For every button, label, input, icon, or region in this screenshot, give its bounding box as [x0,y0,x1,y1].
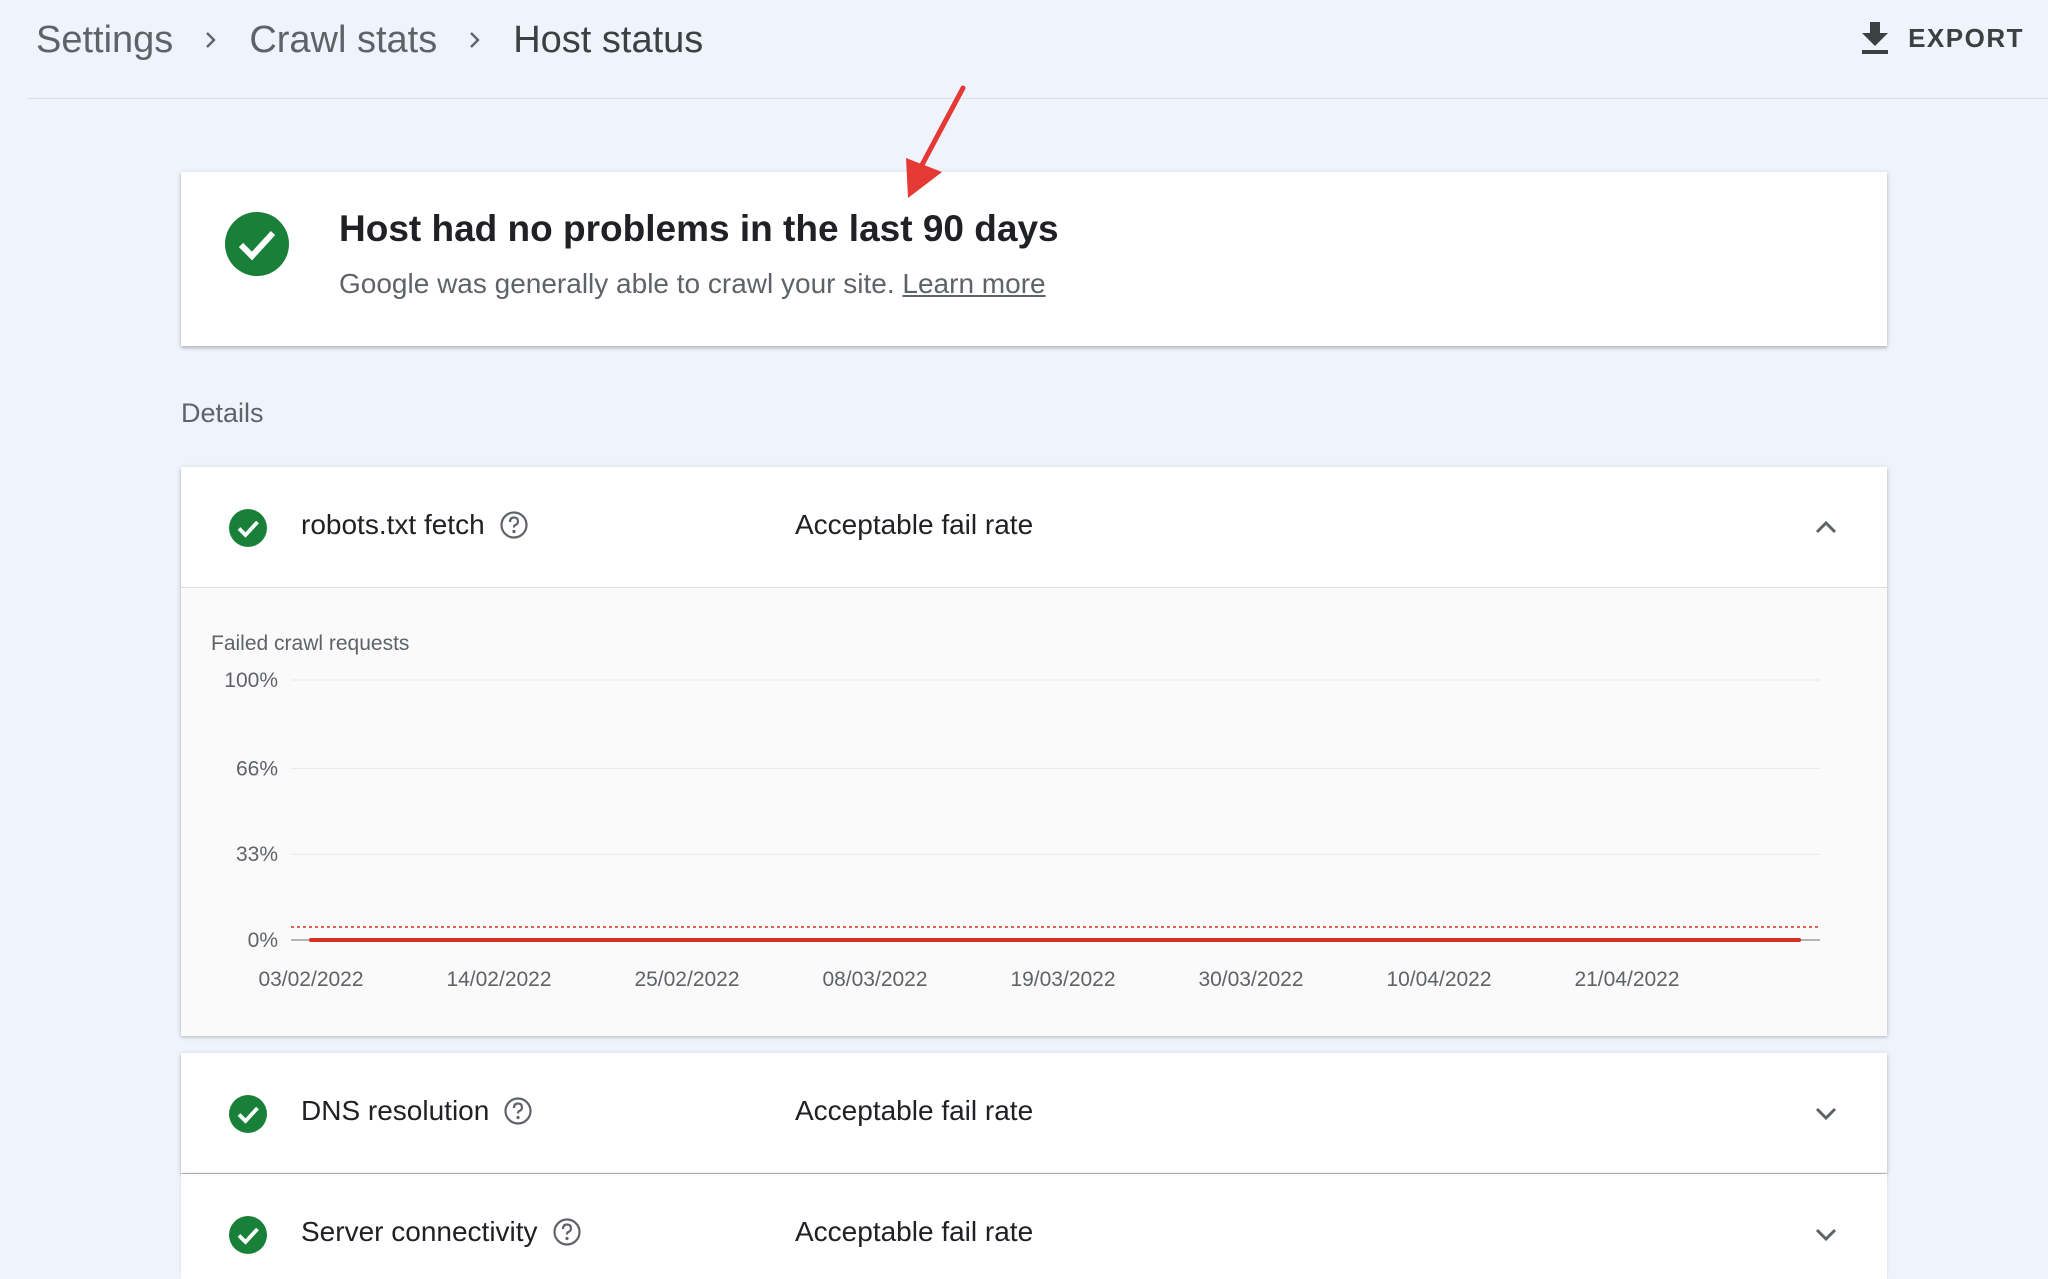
check-status: Acceptable fail rate [795,1095,1034,1126]
breadcrumb-settings[interactable]: Settings [36,19,173,62]
robots-fetch-row[interactable]: robots.txt fetch Acceptable fail rate [181,467,1887,587]
server-connectivity-row[interactable]: Server connectivity Acceptable fail rate [181,1174,1887,1279]
x-tick-label: 19/03/2022 [1010,968,1115,991]
x-tick-label: 14/02/2022 [446,968,551,991]
breadcrumb-host-status: Host status [513,18,704,61]
breadcrumb-crawl-stats[interactable]: Crawl stats [249,19,437,62]
data-point [1053,938,1057,942]
details-heading: Details [181,398,264,428]
data-point [1611,938,1615,942]
data-point [867,938,871,942]
server-connectivity-header[interactable]: Server connectivity Acceptable fail rate [181,1174,1887,1279]
x-tick-label: 03/02/2022 [258,968,363,991]
export-label: EXPORT [1908,22,2024,53]
chevron-right-icon [173,14,249,66]
annotation-arrow-icon [906,85,966,198]
dns-resolution-header[interactable]: DNS resolution Acceptable fail rate [181,1053,1887,1173]
check-circle-icon [229,1216,267,1254]
data-point [309,938,313,942]
check-name-label: DNS resolution [301,1095,490,1126]
x-tick-label: 25/02/2022 [634,968,739,991]
help-icon[interactable] [552,1217,582,1247]
failed-requests-chart: Failed crawl requests 100% 66% 33% 0% 03/02/… [181,587,1887,1036]
x-tick-label: 30/03/2022 [1198,968,1303,991]
x-tick-label: 21/04/2022 [1574,968,1679,991]
help-icon[interactable] [499,510,529,540]
dns-resolution-row[interactable]: DNS resolution Acceptable fail rate [181,1053,1887,1173]
check-name: robots.txt fetch [301,509,529,541]
check-status: Acceptable fail rate [795,509,1034,540]
y-tick-label: 0% [248,929,278,952]
check-circle-icon [229,1095,267,1133]
top-bar: Settings Crawl stats Host status EXPORT [28,0,2048,99]
check-circle-icon [229,509,267,547]
data-point [681,938,685,942]
export-button[interactable]: EXPORT [1860,14,2024,62]
x-tick-label: 08/03/2022 [822,968,927,991]
y-tick-label: 100% [224,669,278,692]
x-tick-label: 10/04/2022 [1386,968,1491,991]
breadcrumb: Settings Crawl stats Host status [36,14,703,66]
chart-canvas: 100% 66% 33% 0% 03/02/2022 14/02/2022 25/02/20… [224,669,1820,991]
check-name-label: robots.txt fetch [301,509,485,540]
chevron-down-icon[interactable] [1811,1098,1841,1128]
chevron-up-icon[interactable] [1811,512,1841,542]
check-name: Server connectivity [301,1216,582,1248]
status-subtitle: Google was generally able to crawl your … [339,268,1046,300]
check-status: Acceptable fail rate [795,1216,1034,1247]
check-name-label: Server connectivity [301,1216,538,1247]
robots-fetch-panel: robots.txt fetch Acceptable fail rate Fa… [181,467,1887,1036]
download-icon [1862,22,1889,54]
y-tick-label: 33% [236,843,278,866]
chevron-down-icon[interactable] [1811,1219,1841,1249]
data-point [1239,938,1243,942]
status-title: Host had no problems in the last 90 days [339,208,1059,249]
learn-more-link[interactable]: Learn more [902,268,1045,299]
y-tick-label: 66% [236,757,278,780]
data-point [495,938,499,942]
host-status-card: Host had no problems in the last 90 days… [181,172,1887,346]
chevron-right-icon [437,14,513,66]
check-name: DNS resolution [301,1095,533,1127]
data-point [1425,938,1429,942]
status-subtitle-text: Google was generally able to crawl your … [339,268,895,299]
data-point [1797,938,1801,942]
check-circle-icon [225,212,289,276]
help-icon[interactable] [503,1096,533,1126]
